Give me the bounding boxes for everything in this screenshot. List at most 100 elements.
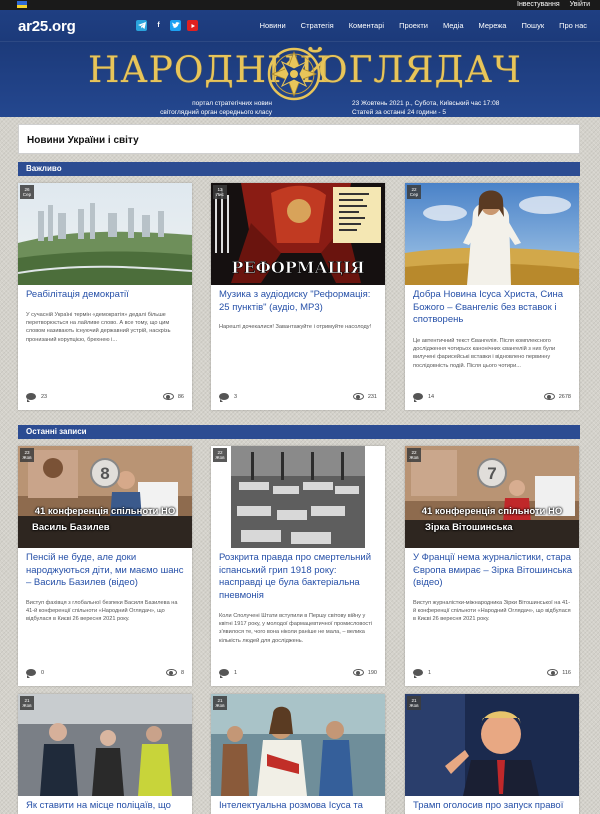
top-bar: Інвестування Увійти (0, 0, 600, 10)
date-badge: 22 Жов (213, 448, 227, 462)
views-icon (352, 669, 364, 676)
article-title[interactable]: Трамп оголосив про запуск правої (413, 800, 573, 813)
view-count: 190 (367, 669, 377, 676)
article-meta: 1 190 (219, 668, 377, 678)
menu-item-comments[interactable]: Коментарі (349, 21, 384, 30)
article-meta: 3 231 (219, 392, 377, 402)
date-badge: 23 Жов (20, 448, 34, 462)
login-link[interactable]: Увійти (570, 1, 590, 8)
views-icon (547, 669, 559, 676)
article-title[interactable]: У Франції нема журналістики, стара Європ… (413, 552, 573, 590)
views-icon (162, 393, 174, 400)
menu-item-search[interactable]: Пошук (521, 21, 544, 30)
date-badge: 22 Жов (407, 448, 421, 462)
comment-count: 14 (428, 393, 435, 400)
site-header: ar25.org f Новини Стратегія Коментарі Пр… (0, 10, 600, 117)
article-title[interactable]: Інтелектуальна розмова Ісуса та (219, 800, 379, 813)
article-card[interactable]: 21 Жов Інтелектуальна розмова Ісуса та (211, 694, 385, 814)
article-stats: Статей за останні 24 години - 5 (352, 108, 447, 116)
article-card[interactable]: РЕФОРМАЦІЯ 13 Лис Музика з аудіодиску "Ре… (211, 183, 385, 410)
article-title[interactable]: Як ставити на місце поліцаїв, що (26, 800, 186, 813)
overlay-conference: 41 конференція спільноти НО (34, 506, 176, 517)
tagline: портал стратегічних новин світоглядний о… (120, 100, 272, 117)
overlay-speaker: Зірка Вітошинська (425, 522, 513, 533)
site-logo[interactable]: ar25.org (18, 18, 76, 35)
date-badge: 26 Сер (20, 185, 34, 199)
article-image[interactable]: 21 Жов (211, 694, 385, 796)
article-excerpt: Нарешті дочекалися! Завантажуйте і отрим… (219, 324, 372, 330)
article-card[interactable]: 22 Жов Розкрита правда про смертельний іс… (211, 446, 385, 686)
date-badge: 21 Жов (213, 696, 227, 710)
date-badge: 13 Лис (213, 185, 227, 199)
article-image[interactable]: 8 41 конференція спільноти НО Василь Баз… (18, 446, 192, 548)
brand-banner[interactable]: НАРОДНИЙ ОГЛЯДАЧ портал стратегічних нов… (0, 42, 600, 117)
twitter-icon[interactable] (170, 20, 181, 31)
article-card[interactable]: 21 Жов Трамп оголосив про запуск правої (405, 694, 579, 814)
menu-item-news[interactable]: Новини (260, 21, 286, 30)
comments-icon (219, 669, 229, 678)
article-title[interactable]: Пенсій не буде, але доки народжуються ді… (26, 552, 186, 590)
article-meta: 14 2678 (413, 392, 571, 402)
emblem-icon (267, 47, 321, 101)
menu: Новини Стратегія Коментарі Проекти Медіа… (245, 21, 587, 30)
comments-icon (219, 393, 229, 402)
views-icon (543, 393, 555, 400)
view-count: 86 (177, 393, 184, 400)
menu-item-strategy[interactable]: Стратегія (301, 21, 334, 30)
article-image[interactable]: 22 Сер (405, 183, 579, 285)
article-excerpt: Коли Сполучені Штати вступили в Першу св… (219, 613, 373, 644)
article-excerpt: Виступ фахівця з глобальної безпеки Васи… (26, 600, 178, 623)
article-image[interactable]: РЕФОРМАЦІЯ 13 Лис (211, 183, 385, 285)
brand-word-right: ОГЛЯДАЧ (318, 50, 522, 91)
section-header-latest: Останні записи (18, 425, 580, 439)
article-meta: 0 8 (26, 668, 184, 678)
article-image[interactable]: 7 41 конференція спільноти НО Зірка Віто… (405, 446, 579, 548)
article-excerpt: Виступ журналістки-міжнародника Зірки Ві… (413, 600, 571, 623)
overlay-conference: 41 конференція спільноти НО (421, 506, 563, 517)
telegram-icon[interactable] (136, 20, 147, 31)
date-badge: 21 Жов (407, 696, 421, 710)
article-title[interactable]: Реабілітація демократії (26, 289, 186, 302)
article-meta: 23 86 (26, 392, 184, 402)
article-card[interactable]: 22 Сер Добра Новина Ісуса Христа, Сина Бо… (405, 183, 579, 410)
comment-count: 23 (41, 393, 48, 400)
comment-count: 0 (41, 669, 45, 676)
views-icon (352, 393, 364, 400)
ukraine-flag-icon (17, 1, 27, 8)
youtube-icon[interactable] (187, 20, 198, 31)
date-info: 23 Жовтень 2021 р., Субота, Київський ча… (352, 100, 499, 117)
invest-link[interactable]: Інвестування (517, 1, 560, 8)
comments-icon (26, 669, 36, 678)
tagline-line-2: світоглядний орган середнього класу (160, 108, 272, 116)
article-image[interactable]: 22 Жов (211, 446, 385, 548)
menu-item-network[interactable]: Мережа (479, 21, 507, 30)
article-title[interactable]: Розкрита правда про смертельний іспанськ… (219, 552, 379, 602)
tagline-line-1: портал стратегічних новин (192, 100, 272, 107)
view-count: 2678 (558, 393, 571, 400)
menu-item-media[interactable]: Медіа (443, 21, 464, 30)
article-meta: 1 116 (413, 668, 571, 678)
article-title[interactable]: Музика з аудіодиску "Реформація: 25 пунк… (219, 289, 379, 314)
view-count: 116 (562, 669, 571, 676)
section-header-important: Важливо (18, 162, 580, 176)
svg-text:РЕФОРМАЦІЯ: РЕФОРМАЦІЯ (231, 258, 364, 277)
menu-item-projects[interactable]: Проекти (399, 21, 428, 30)
article-card[interactable]: 26 Сер Реабілітація демократії У сучасній… (18, 183, 192, 410)
article-card[interactable]: 8 41 конференція спільноти НО Василь Баз… (18, 446, 192, 686)
page-title: Новини України і світу (18, 124, 580, 154)
article-title[interactable]: Добра Новина Ісуса Христа, Сина Божого –… (413, 289, 573, 327)
article-image[interactable]: 21 Жов (18, 694, 192, 796)
comment-count: 1 (428, 669, 432, 676)
comment-count: 3 (234, 393, 238, 400)
article-card[interactable]: 7 41 конференція спільноти НО Зірка Віто… (405, 446, 579, 686)
current-date: 23 Жовтень 2021 р., Субота, Київський ча… (352, 100, 500, 107)
episode-number: 8 (90, 458, 120, 488)
article-card[interactable]: 21 Жов Як ставити на місце поліцаїв, що (18, 694, 192, 814)
comments-icon (413, 393, 423, 402)
facebook-icon[interactable]: f (153, 20, 164, 31)
article-excerpt: Це автентичний текст Євангелія. Після ко… (413, 338, 556, 369)
menu-item-about[interactable]: Про нас (559, 21, 587, 30)
article-image[interactable]: 26 Сер (18, 183, 192, 285)
article-image[interactable]: 21 Жов (405, 694, 579, 796)
main-nav: ar25.org f Новини Стратегія Коментарі Пр… (0, 10, 600, 42)
